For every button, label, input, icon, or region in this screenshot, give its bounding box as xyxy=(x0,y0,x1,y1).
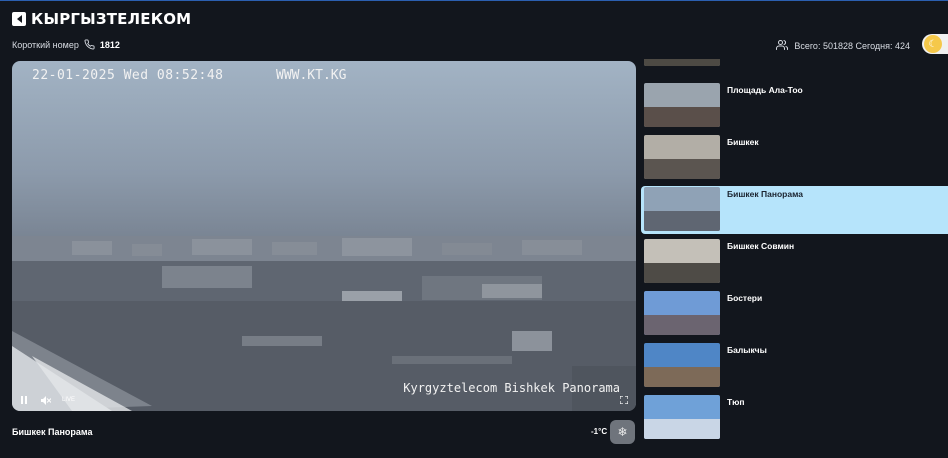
visitor-stats-text: Всего: 501828 Сегодня: 424 xyxy=(794,40,910,51)
camera-thumbnail xyxy=(644,135,720,179)
snowflake-icon[interactable]: ❄ xyxy=(610,420,635,444)
logo-text: КЫРГЫЗТЕЛЕКОМ xyxy=(31,10,192,28)
camera-label: Бишкек Совмин xyxy=(727,241,795,251)
osd-site: WWW.KT.KG xyxy=(276,68,347,83)
camera-list-item[interactable]: Бишкек Панорама xyxy=(641,186,948,234)
temperature: -1°C xyxy=(591,427,608,436)
camera-thumbnail xyxy=(644,239,720,283)
camera-label: Тюп xyxy=(727,397,745,407)
player-controls: LIVE xyxy=(12,389,636,411)
camera-list-item[interactable]: Бишкек Совмин xyxy=(641,238,948,286)
moon-icon: ☾ xyxy=(924,35,942,53)
short-number-label: Короткий номер xyxy=(12,39,79,50)
camera-thumbnail xyxy=(644,83,720,127)
camera-thumbnail xyxy=(644,59,720,66)
logo[interactable]: КЫРГЫЗТЕЛЕКОМ xyxy=(12,10,191,28)
camera-thumbnail xyxy=(644,187,720,231)
video-player[interactable]: 22-01-2025 Wed 08:52:48 WWW.KT.KG Kyrgyz… xyxy=(12,61,636,411)
camera-label: Балыкчы xyxy=(727,345,767,355)
mute-icon[interactable] xyxy=(40,394,52,406)
camera-thumbnail xyxy=(644,291,720,335)
camera-thumbnail xyxy=(644,395,720,439)
camera-thumbnail xyxy=(644,343,720,387)
camera-list-item[interactable]: Балыкчы xyxy=(641,342,948,390)
camera-label: Бишкек xyxy=(727,137,759,147)
camera-list[interactable]: Площадь Ала-Тоо Бишкек Бишкек Панорама Бишк… xyxy=(641,59,948,458)
live-badge: LIVE xyxy=(62,397,76,403)
camera-label: Бостери xyxy=(727,293,763,303)
short-number: Короткий номер 1812 xyxy=(12,39,120,50)
camera-list-item[interactable]: Тюп xyxy=(641,394,948,442)
fullscreen-icon[interactable] xyxy=(618,394,630,406)
users-icon xyxy=(776,39,789,52)
current-camera-title: Бишкек Панорама xyxy=(12,427,93,437)
pause-icon[interactable] xyxy=(18,394,30,406)
camera-list-item[interactable] xyxy=(641,59,948,69)
camera-list-item[interactable]: Бостери xyxy=(641,290,948,338)
camera-label: Бишкек Панорама xyxy=(727,189,804,199)
camera-list-item[interactable]: Площадь Ала-Тоо xyxy=(641,82,948,130)
camera-label: Площадь Ала-Тоо xyxy=(727,85,803,95)
camera-list-item[interactable]: Бишкек xyxy=(641,134,948,182)
phone-icon xyxy=(84,39,95,50)
theme-toggle[interactable]: ☾ xyxy=(922,34,948,54)
short-number-value[interactable]: 1812 xyxy=(100,40,120,50)
logo-icon xyxy=(12,12,26,26)
visitor-stats: Всего: 501828 Сегодня: 424 xyxy=(776,39,910,52)
osd-timestamp: 22-01-2025 Wed 08:52:48 xyxy=(32,68,224,83)
